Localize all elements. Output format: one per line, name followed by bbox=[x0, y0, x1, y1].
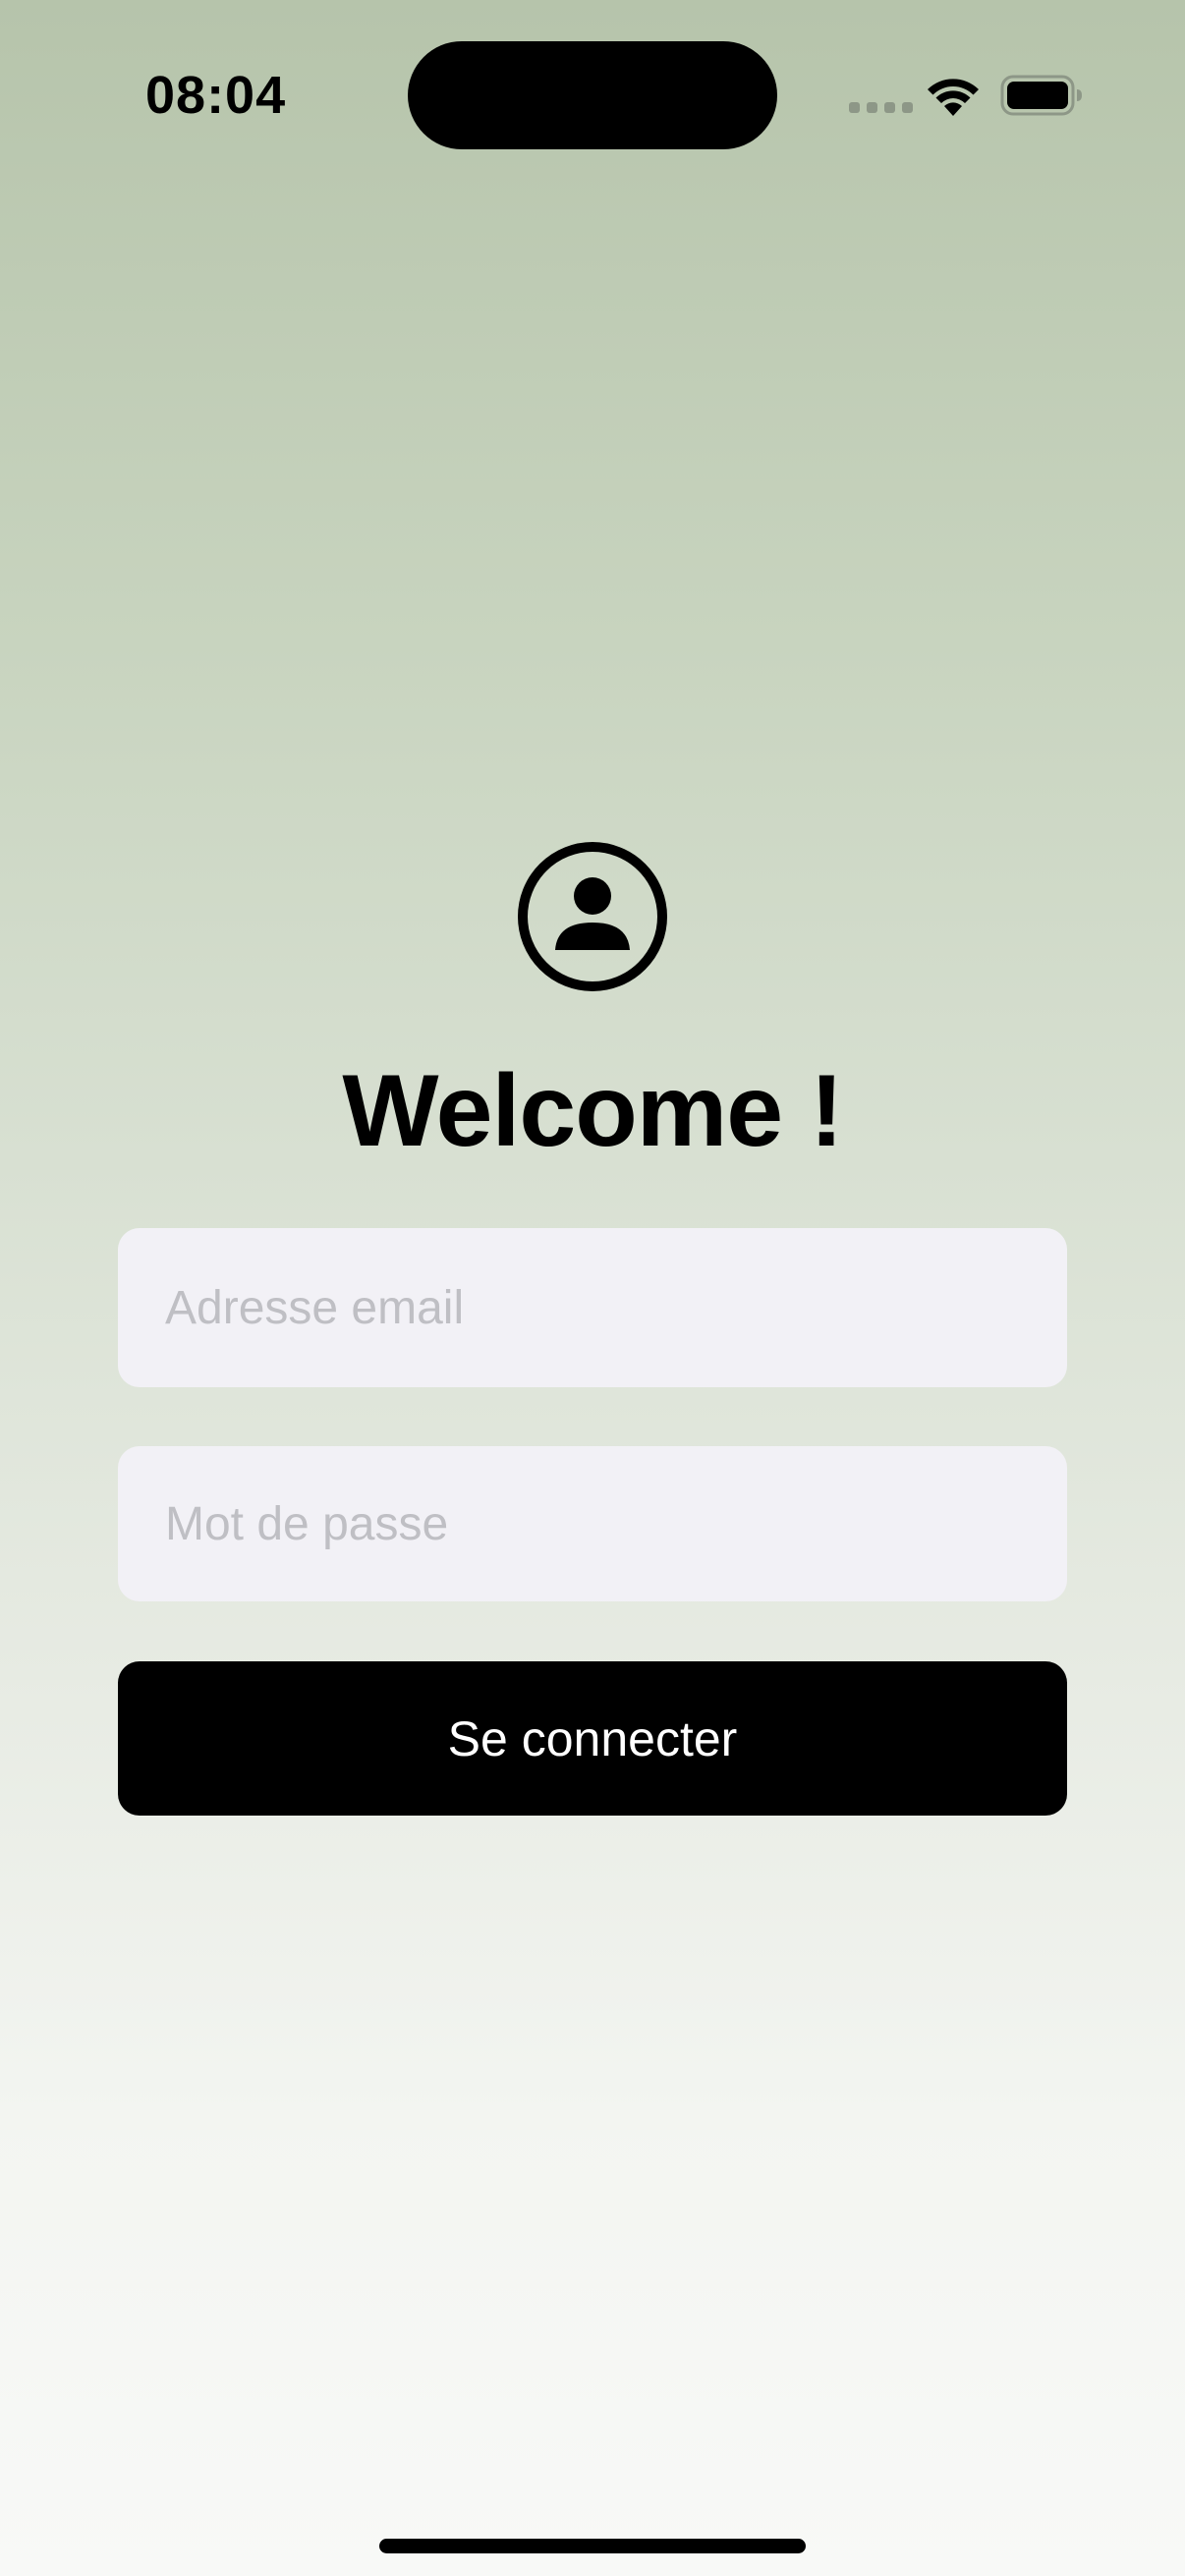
home-indicator[interactable] bbox=[379, 2539, 806, 2553]
dynamic-island bbox=[408, 41, 777, 149]
password-field[interactable] bbox=[118, 1446, 1067, 1601]
login-screen: 08:04 Welcome ! Se connecter bbox=[0, 0, 1185, 2576]
welcome-title: Welcome ! bbox=[342, 1054, 843, 1168]
battery-icon bbox=[1000, 75, 1082, 116]
login-button[interactable]: Se connecter bbox=[118, 1661, 1067, 1816]
cellular-signal-icon bbox=[849, 102, 913, 113]
email-field[interactable] bbox=[118, 1228, 1067, 1387]
status-time: 08:04 bbox=[145, 66, 287, 125]
person-circle-icon bbox=[518, 842, 667, 991]
wifi-icon bbox=[928, 79, 979, 116]
